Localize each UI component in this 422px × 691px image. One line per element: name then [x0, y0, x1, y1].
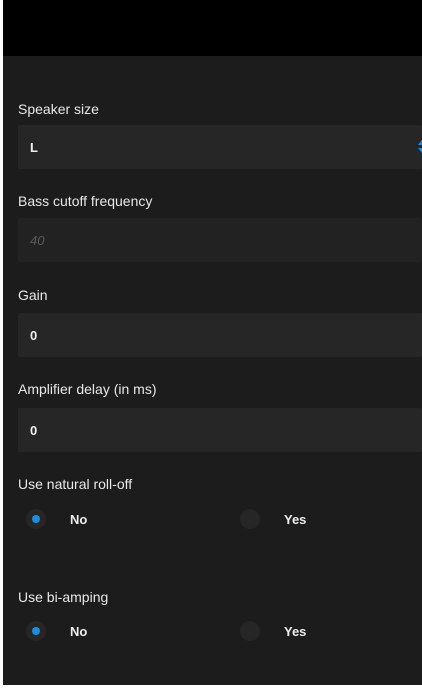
radio-label: No: [70, 511, 88, 527]
amplifier-delay-value: 0: [30, 422, 38, 438]
radio-checked-icon[interactable]: [26, 509, 46, 529]
natural-rolloff-option-yes[interactable]: Yes: [240, 508, 306, 530]
bi-amping-radio-group: No Yes: [18, 620, 422, 642]
amplifier-delay-input[interactable]: 0: [18, 408, 422, 452]
radio-unchecked-icon[interactable]: [240, 509, 260, 529]
radio-label: No: [70, 623, 88, 639]
speaker-size-label: Speaker size: [18, 101, 99, 117]
speaker-size-value: L: [30, 139, 38, 155]
amplifier-delay-label: Amplifier delay (in ms): [18, 381, 157, 397]
header-bar: [0, 0, 422, 56]
radio-unchecked-icon[interactable]: [240, 621, 260, 641]
bass-cutoff-placeholder: 40: [30, 232, 45, 248]
bass-cutoff-label: Bass cutoff frequency: [18, 193, 153, 209]
radio-label: Yes: [284, 623, 307, 639]
bottom-edge: [0, 685, 422, 691]
natural-rolloff-option-no[interactable]: No: [26, 508, 87, 530]
natural-rolloff-radio-group: No Yes: [18, 508, 422, 530]
bass-cutoff-input[interactable]: 40: [18, 218, 422, 262]
bi-amping-option-yes[interactable]: Yes: [240, 620, 306, 642]
natural-rolloff-label: Use natural roll-off: [18, 476, 133, 492]
select-caret-icon: [418, 137, 422, 157]
gain-label: Gain: [18, 287, 48, 303]
bi-amping-label: Use bi-amping: [18, 589, 109, 605]
gain-value: 0: [30, 327, 38, 343]
bi-amping-option-no[interactable]: No: [26, 620, 87, 642]
gain-input[interactable]: 0: [18, 313, 422, 357]
speaker-size-select[interactable]: L: [18, 125, 422, 169]
radio-checked-icon[interactable]: [26, 621, 46, 641]
page-edge: [0, 0, 3, 691]
radio-label: Yes: [284, 511, 307, 527]
